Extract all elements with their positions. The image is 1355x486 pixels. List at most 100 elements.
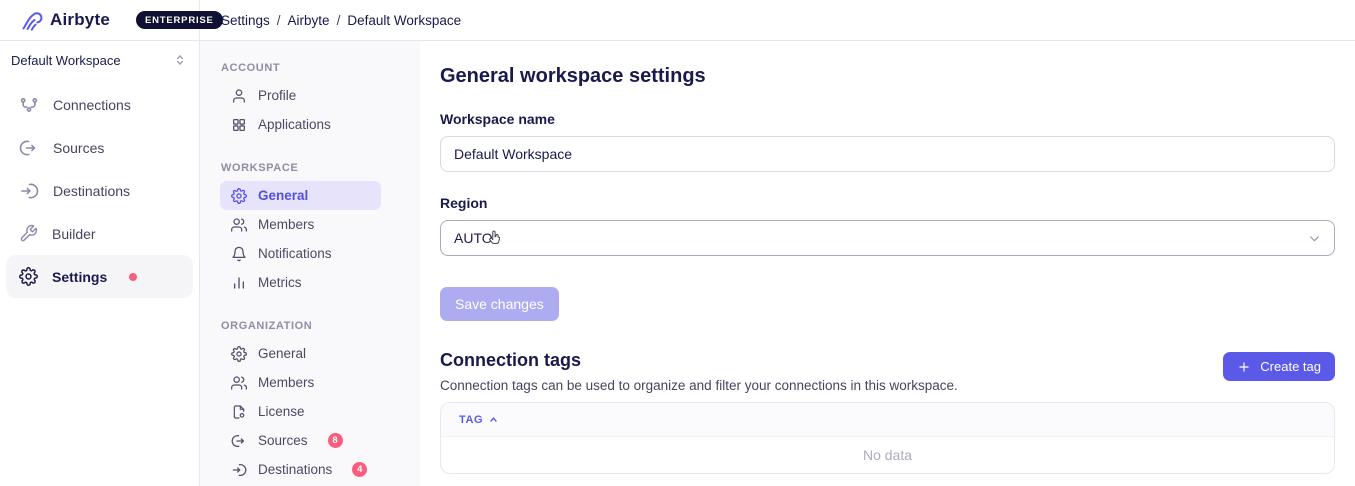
connection-tags-table: TAG No data — [440, 402, 1335, 474]
tag-column-label: TAG — [459, 414, 483, 426]
settings-gear-icon — [19, 267, 38, 286]
destinations-icon — [231, 462, 247, 478]
subnav-item-workspace-general[interactable]: General — [220, 181, 381, 210]
subnav-item-profile[interactable]: Profile — [220, 81, 381, 110]
connection-tags-title: Connection tags — [440, 350, 958, 371]
sources-count-badge: 8 — [328, 433, 343, 448]
subnav-item-label: General — [258, 188, 308, 203]
sidebar-item-label: Destinations — [53, 183, 130, 199]
sort-caret-up-icon — [488, 414, 499, 425]
breadcrumb-separator: / — [337, 13, 341, 28]
section-account: ACCOUNT Profile Applications — [220, 62, 400, 139]
workspace-selector-label: Default Workspace — [11, 53, 121, 68]
tag-column-header[interactable]: TAG — [459, 414, 499, 426]
subnav-item-label: Members — [258, 375, 314, 390]
subnav-item-applications[interactable]: Applications — [220, 110, 381, 139]
workspace-name-label: Workspace name — [440, 111, 1335, 127]
main-nav: Connections Sources Destinations Builder… — [0, 79, 199, 298]
sources-icon — [231, 433, 247, 449]
airbyte-app: Airbyte ENTERPRISE Default Workspace Con… — [0, 0, 1355, 486]
destinations-icon — [19, 181, 39, 201]
breadcrumb-settings[interactable]: Settings — [221, 13, 270, 28]
airbyte-logo-icon — [19, 8, 43, 32]
connections-icon — [19, 95, 39, 115]
section-organization: ORGANIZATION General Members License — [220, 320, 400, 484]
subnav-item-label: Profile — [258, 88, 296, 103]
destinations-count-badge: 4 — [352, 462, 367, 477]
breadcrumb-airbyte[interactable]: Airbyte — [288, 13, 330, 28]
subnav-item-metrics[interactable]: Metrics — [220, 268, 381, 297]
bar-chart-icon — [231, 275, 247, 291]
subnav-item-workspace-members[interactable]: Members — [220, 210, 381, 239]
subnav-item-org-general[interactable]: General — [220, 339, 381, 368]
sidebar-item-label: Settings — [52, 269, 107, 285]
region-label: Region — [440, 195, 1335, 211]
subnav-item-org-members[interactable]: Members — [220, 368, 381, 397]
airbyte-home-link[interactable]: Airbyte — [19, 8, 110, 32]
section-title: WORKSPACE — [220, 162, 400, 174]
connection-tags-description: Connection tags can be used to organize … — [440, 378, 958, 393]
subnav-item-label: Notifications — [258, 246, 332, 261]
sidebar-item-label: Builder — [52, 226, 96, 242]
subnav-item-notifications[interactable]: Notifications — [220, 239, 381, 268]
table-header-row: TAG — [441, 403, 1334, 437]
table-empty-row: No data — [441, 437, 1334, 473]
subnav-item-org-sources[interactable]: Sources 8 — [220, 426, 381, 455]
sources-icon — [19, 138, 39, 158]
create-tag-label: Create tag — [1260, 359, 1321, 374]
users-icon — [231, 375, 247, 391]
users-icon — [231, 217, 247, 233]
connection-tags-text: Connection tags Connection tags can be u… — [440, 350, 958, 393]
section-title: ACCOUNT — [220, 62, 400, 74]
sidebar-item-sources[interactable]: Sources — [6, 126, 193, 169]
brand-row: Airbyte ENTERPRISE — [0, 0, 199, 41]
gear-icon — [231, 188, 247, 204]
subnav-item-label: Metrics — [258, 275, 302, 290]
sidebar-item-builder[interactable]: Builder — [6, 212, 193, 255]
unfold-chevrons-icon — [173, 53, 187, 67]
subnav-item-license[interactable]: License — [220, 397, 381, 426]
bell-icon — [231, 246, 247, 262]
workspace-selector[interactable]: Default Workspace — [0, 41, 199, 79]
sidebar-item-connections[interactable]: Connections — [6, 83, 193, 126]
section-title: ORGANIZATION — [220, 320, 400, 332]
subnav-item-label: General — [258, 346, 306, 361]
connection-tags-header: Connection tags Connection tags can be u… — [440, 350, 1335, 393]
topbar: Settings / Airbyte / Default Workspace — [200, 0, 1355, 41]
settings-subnav: ACCOUNT Profile Applications WORKSPACE G… — [200, 41, 420, 486]
notification-dot — [129, 273, 137, 281]
no-data-text: No data — [863, 447, 912, 463]
right-column: Settings / Airbyte / Default Workspace A… — [200, 0, 1355, 486]
subnav-item-label: Members — [258, 217, 314, 232]
builder-wrench-icon — [19, 224, 38, 243]
subnav-item-org-destinations[interactable]: Destinations 4 — [220, 455, 381, 484]
plus-icon — [1237, 360, 1251, 374]
sidebar-item-settings[interactable]: Settings — [6, 255, 193, 298]
mouse-pointer-hand-icon — [487, 230, 504, 247]
grid-icon — [231, 117, 247, 133]
breadcrumb-default-workspace[interactable]: Default Workspace — [347, 13, 461, 28]
left-sidebar: Airbyte ENTERPRISE Default Workspace Con… — [0, 0, 200, 486]
content-row: ACCOUNT Profile Applications WORKSPACE G… — [200, 41, 1355, 486]
breadcrumb-separator: / — [277, 13, 281, 28]
gear-icon — [231, 346, 247, 362]
breadcrumb: Settings / Airbyte / Default Workspace — [221, 13, 461, 28]
license-icon — [231, 404, 247, 420]
subnav-item-label: Applications — [258, 117, 331, 132]
chevron-down-icon — [1307, 231, 1322, 246]
subnav-item-label: Sources — [258, 433, 308, 448]
save-changes-button[interactable]: Save changes — [440, 287, 559, 321]
page-title: General workspace settings — [440, 65, 1335, 88]
brand-name: Airbyte — [50, 10, 110, 30]
create-tag-button[interactable]: Create tag — [1223, 352, 1335, 381]
section-workspace: WORKSPACE General Members Notifications — [220, 162, 400, 297]
sidebar-item-label: Connections — [53, 97, 131, 113]
region-select[interactable]: AUTO — [440, 220, 1335, 256]
main-content: General workspace settings Workspace nam… — [420, 41, 1355, 486]
subnav-item-label: Destinations — [258, 462, 332, 477]
workspace-name-input[interactable] — [440, 136, 1335, 172]
sidebar-item-destinations[interactable]: Destinations — [6, 169, 193, 212]
user-icon — [231, 88, 247, 104]
subnav-item-label: License — [258, 404, 305, 419]
sidebar-item-label: Sources — [53, 140, 104, 156]
